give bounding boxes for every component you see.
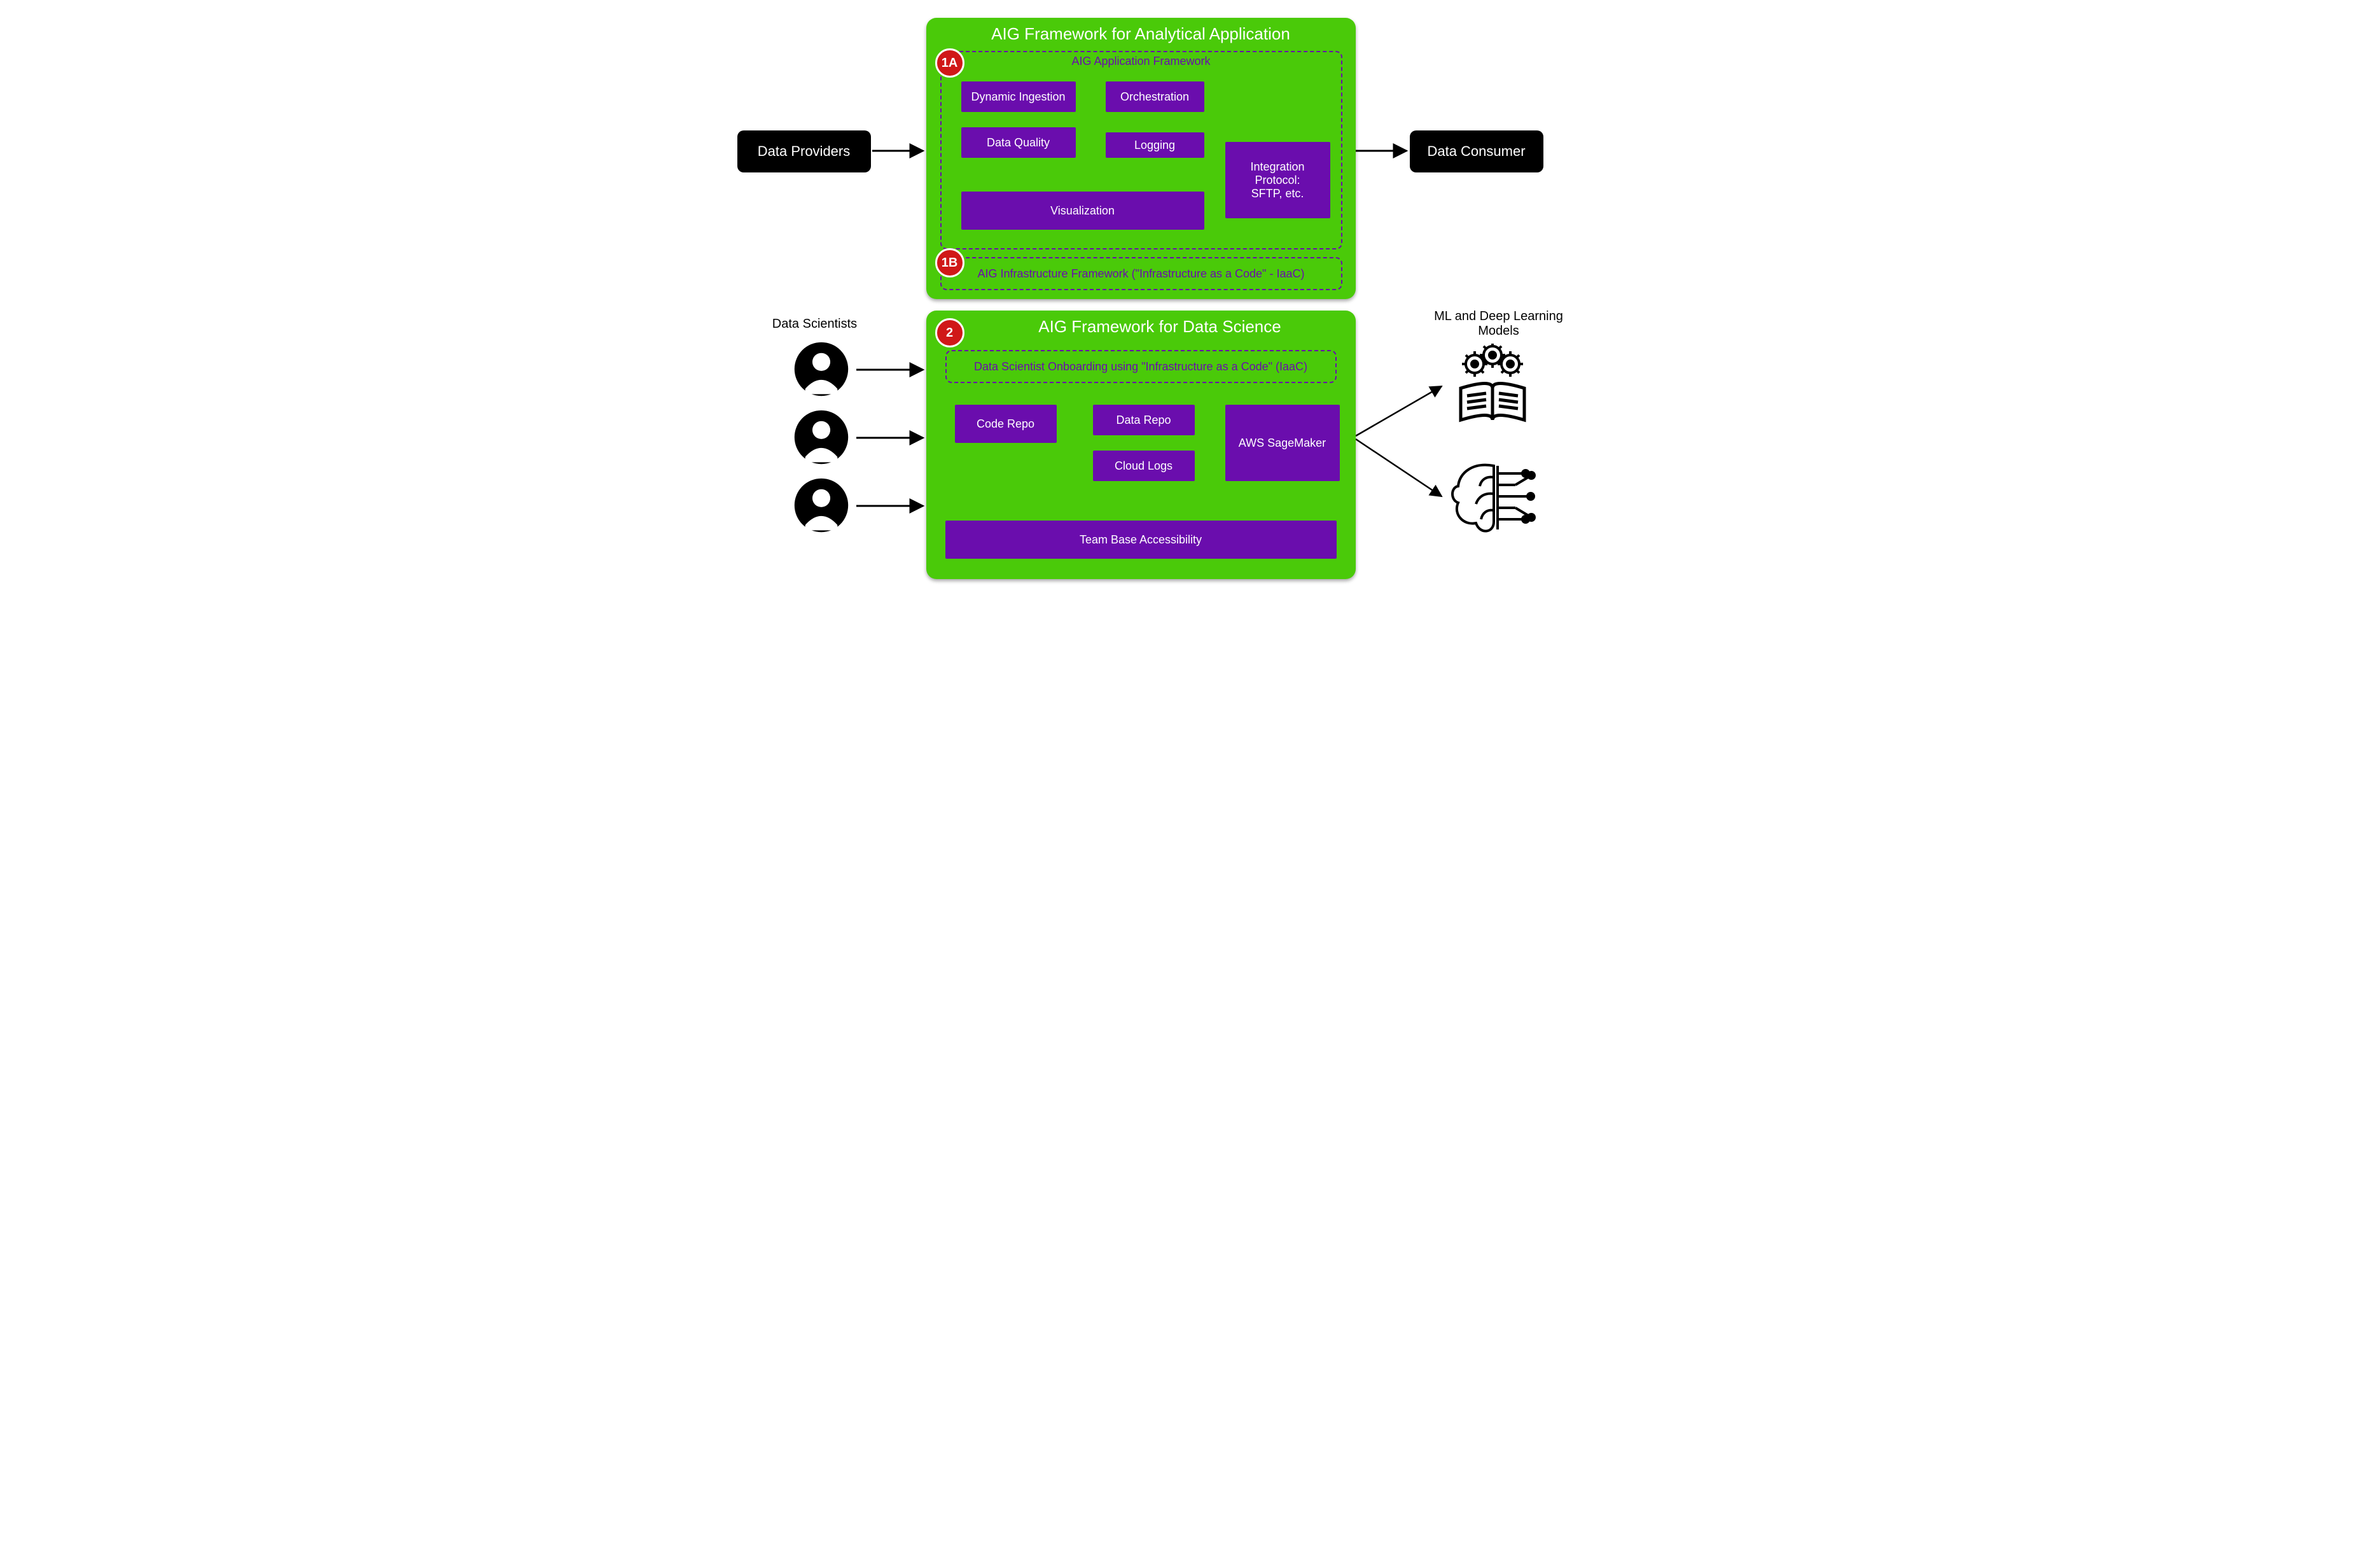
panel2-title: AIG Framework for Data Science xyxy=(926,311,1356,337)
panel1-title: AIG Framework for Analytical Application xyxy=(926,18,1356,44)
brain-ai-icon xyxy=(1448,458,1543,541)
person-icon xyxy=(793,477,850,534)
data-scientists-label: Data Scientists xyxy=(758,317,872,332)
box-code-repo: Code Repo xyxy=(955,405,1057,443)
box-dynamic-ingestion: Dynamic Ingestion xyxy=(961,81,1076,112)
section-1a-title: AIG Application Framework xyxy=(940,55,1342,68)
data-consumer-box: Data Consumer xyxy=(1410,130,1543,172)
box-visualization: Visualization xyxy=(961,192,1204,230)
data-providers-box: Data Providers xyxy=(737,130,871,172)
badge-2: 2 xyxy=(935,318,964,347)
person-icon xyxy=(793,409,850,466)
section-1b-title: AIG Infrastructure Framework ("Infrastru… xyxy=(978,267,1305,281)
panel-analytical-application: AIG Framework for Analytical Application… xyxy=(926,18,1356,299)
badge-1a: 1A xyxy=(935,48,964,78)
onboarding-text: Data Scientist Onboarding using "Infrast… xyxy=(974,360,1307,374)
box-data-repo: Data Repo xyxy=(1093,405,1195,435)
arrow-to-mlbook xyxy=(1356,386,1442,436)
box-data-quality: Data Quality xyxy=(961,127,1076,158)
badge-1b: 1B xyxy=(935,248,964,277)
box-cloud-logs: Cloud Logs xyxy=(1093,451,1195,481)
box-logging: Logging xyxy=(1106,132,1204,158)
box-team-accessibility: Team Base Accessibility xyxy=(945,521,1337,559)
section-1b: AIG Infrastructure Framework ("Infrastru… xyxy=(940,257,1342,290)
ml-book-icon xyxy=(1448,344,1537,426)
box-orchestration: Orchestration xyxy=(1106,81,1204,112)
diagram-canvas: Data Providers Data Scientists Data Cons… xyxy=(720,0,1661,620)
onboarding-box: Data Scientist Onboarding using "Infrast… xyxy=(945,350,1337,383)
box-aws-sagemaker: AWS SageMaker xyxy=(1225,405,1340,481)
arrow-to-brain xyxy=(1356,439,1442,496)
ml-models-label: ML and Deep Learning Models xyxy=(1416,309,1582,339)
box-integration-protocol: Integration Protocol: SFTP, etc. xyxy=(1225,142,1330,218)
person-icon xyxy=(793,340,850,398)
panel-data-science: AIG Framework for Data Science 2 Data Sc… xyxy=(926,311,1356,579)
